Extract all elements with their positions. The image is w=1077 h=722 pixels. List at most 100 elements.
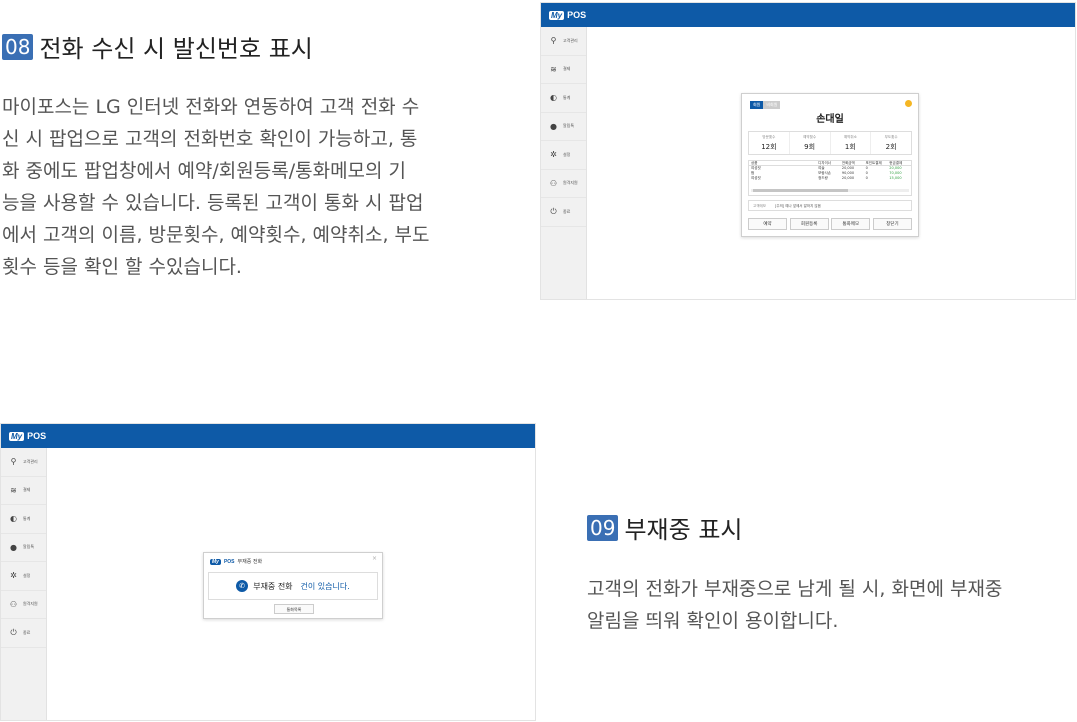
caller-popup: 회원 비회원 손대일 방문횟수 12회 예약횟수 9회 예약취소 1회 부도횟수 2회 … — [741, 93, 919, 237]
message-suffix: 건이 있습니다. — [300, 581, 350, 591]
desc-line: 마이포스는 LG 인터넷 전화와 연동하여 고객 전화 수 — [2, 96, 420, 118]
sidebar-item-remote[interactable]: ⚇ 원격지원 — [541, 170, 586, 198]
stat-reservations: 예약횟수 9회 — [790, 132, 831, 154]
section-08-description: 마이포스는 LG 인터넷 전화와 연동하여 고객 전화 수 신 시 팝업으로 고… — [2, 91, 517, 283]
register-member-button[interactable]: 회원등록 — [789, 218, 829, 230]
close-icon[interactable]: × — [372, 555, 377, 562]
horizontal-scrollbar[interactable] — [751, 189, 909, 192]
sidebar-item-customers[interactable]: ⚲ 고객관리 — [541, 27, 586, 56]
table-row[interactable]: 여성컷 정드랑 20,000 0 15,000 — [749, 176, 911, 181]
sidebar-item-message[interactable]: ● 알림톡 — [1, 534, 46, 562]
payment-icon: ≋ — [10, 485, 17, 495]
phone-icon: ✆ — [236, 580, 249, 592]
power-icon: ⏻ — [10, 627, 17, 637]
screenshot-missed-call: My POS ⚲ 고객관리 ≋ 결제 ◐ 통계 ● 알림톡 ✲ 설정 ⚇ 원격지원 ⏻ 종료 … — [0, 423, 536, 721]
memo-text: [주의] 예나 앞에서 말하지 않음 — [775, 204, 821, 208]
sidebar-item-exit[interactable]: ⏻ 종료 — [1, 619, 46, 648]
stat-value: 12회 — [761, 143, 777, 151]
stat-value: 9회 — [804, 143, 816, 151]
stat-no-shows: 부도횟수 2회 — [871, 132, 911, 154]
table-cell: 0 — [865, 176, 868, 180]
table-cell: 여성컷 — [751, 176, 761, 180]
customer-memo-field[interactable]: 고객메모 [주의] 예나 앞에서 말하지 않음 — [748, 200, 912, 211]
stat-value: 1회 — [844, 143, 856, 151]
memo-label: 고객메모 — [753, 204, 766, 208]
desc-line: 신 시 팝업으로 고객의 전화번호 확인이 가능하고, 통 — [2, 128, 418, 150]
sidebar-item-label: 종료 — [563, 208, 571, 214]
sidebar-item-payment[interactable]: ≋ 결제 — [541, 56, 586, 84]
logo-text: POS — [223, 558, 235, 565]
popup-header: My POS 부재중 전화 — [210, 558, 262, 565]
tab-non-member[interactable]: 비회원 — [763, 101, 781, 109]
mypos-logo: My POS — [210, 558, 235, 565]
stats-icon: ◐ — [10, 514, 17, 524]
column-header: 현금결제 — [889, 161, 903, 165]
sidebar-item-payment[interactable]: ≋ 결제 — [1, 477, 46, 505]
mypos-logo: My POS — [549, 10, 586, 20]
sidebar-item-label: 고객관리 — [563, 37, 578, 43]
sidebar-item-stats[interactable]: ◐ 통계 — [1, 505, 46, 534]
table-cell: 15,000 — [889, 176, 902, 180]
stats-icon: ◐ — [550, 93, 557, 103]
power-icon: ⏻ — [550, 206, 557, 216]
sidebar-item-customers[interactable]: ⚲ 고객관리 — [1, 448, 46, 477]
sidebar-item-label: 원격지원 — [563, 180, 578, 186]
settings-icon: ✲ — [10, 571, 17, 581]
sidebar-item-label: 고객관리 — [23, 458, 38, 464]
desc-line: 능을 사용할 수 있습니다. 등록된 고객이 통화 시 팝업 — [2, 192, 424, 214]
scrollbar-thumb[interactable] — [753, 189, 848, 192]
missed-call-popup: My POS 부재중 전화 × ✆ 부재중 전화 건이 있습니다. 통화목록 — [203, 552, 383, 619]
app-sidebar: ⚲ 고객관리 ≋ 결제 ◐ 통계 ● 알림톡 ✲ 설정 ⚇ 원격지원 ⏻ 종료 — [541, 27, 587, 299]
section-number-badge: 09 — [587, 514, 619, 541]
sidebar-item-label: 결제 — [23, 487, 31, 493]
stat-visits: 방문횟수 12회 — [749, 132, 790, 154]
sidebar-item-remote[interactable]: ⚇ 원격지원 — [1, 591, 46, 619]
sidebar-item-settings[interactable]: ✲ 설정 — [541, 141, 586, 170]
sidebar-item-label: 통계 — [563, 94, 571, 100]
logo-text: POS — [27, 431, 47, 441]
missed-call-message: ✆ 부재중 전화 건이 있습니다. — [208, 572, 378, 600]
reserve-button[interactable]: 예약 — [748, 218, 787, 230]
desc-line: 알림을 띄워 확인이 용이합니다. — [587, 610, 839, 632]
section-09-description: 고객의 전화가 부재중으로 남게 될 시, 화면에 부재중 알림을 띄워 확인이… — [587, 573, 1075, 637]
logo-my: My — [210, 558, 221, 565]
message-icon: ● — [10, 542, 17, 552]
tab-member[interactable]: 회원 — [750, 101, 764, 109]
sidebar-item-stats[interactable]: ◐ 통계 — [541, 84, 586, 113]
sidebar-item-label: 알림톡 — [23, 544, 35, 550]
remote-icon: ⚇ — [549, 178, 558, 188]
column-header: 포인트결제 — [865, 161, 882, 165]
sidebar-item-exit[interactable]: ⏻ 종료 — [541, 198, 586, 227]
stat-label: 예약횟수 — [803, 135, 817, 139]
customer-name: 손대일 — [816, 114, 844, 125]
logo-text: POS — [567, 10, 587, 20]
sidebar-item-label: 원격지원 — [23, 601, 38, 607]
mypos-logo: My POS — [9, 431, 46, 441]
sidebar-item-label: 결제 — [563, 66, 571, 72]
call-list-button[interactable]: 통화목록 — [274, 604, 314, 614]
section-title-text: 부재중 표시 — [624, 516, 743, 544]
status-dot-icon — [905, 100, 912, 107]
member-tabs: 회원 비회원 — [750, 101, 781, 109]
screenshot-caller-popup: My POS ⚲ 고객관리 ≋ 결제 ◐ 통계 ● 알림톡 ✲ 설정 ⚇ 원격지원 ⏻ 종료 … — [540, 2, 1076, 300]
sidebar-item-label: 설정 — [563, 151, 571, 157]
sidebar-item-settings[interactable]: ✲ 설정 — [1, 562, 46, 591]
message-prefix: 부재중 전화 — [253, 581, 293, 591]
call-memo-button[interactable]: 통화메모 — [831, 218, 871, 230]
sidebar-item-label: 통계 — [23, 515, 31, 521]
desc-line: 고객의 전화가 부재중으로 남게 될 시, 화면에 부재중 — [587, 578, 1003, 600]
user-icon: ⚲ — [550, 36, 557, 46]
settings-icon: ✲ — [550, 150, 557, 160]
payment-icon: ≋ — [550, 64, 557, 74]
table-cell: 정드랑 — [818, 176, 828, 180]
sidebar-item-message[interactable]: ● 알림톡 — [541, 113, 586, 141]
stat-label: 예약취소 — [843, 135, 857, 139]
app-topbar: My POS — [1, 424, 535, 448]
section-number-badge: 08 — [2, 33, 34, 60]
stat-cancellations: 예약취소 1회 — [831, 132, 872, 154]
customer-stats: 방문횟수 12회 예약횟수 9회 예약취소 1회 부도횟수 2회 — [748, 131, 912, 155]
user-icon: ⚲ — [10, 457, 17, 467]
close-window-button[interactable]: 창닫기 — [872, 218, 912, 230]
section-09-title: 09 부재중 표시 — [587, 510, 742, 545]
app-topbar: My POS — [541, 3, 1075, 27]
